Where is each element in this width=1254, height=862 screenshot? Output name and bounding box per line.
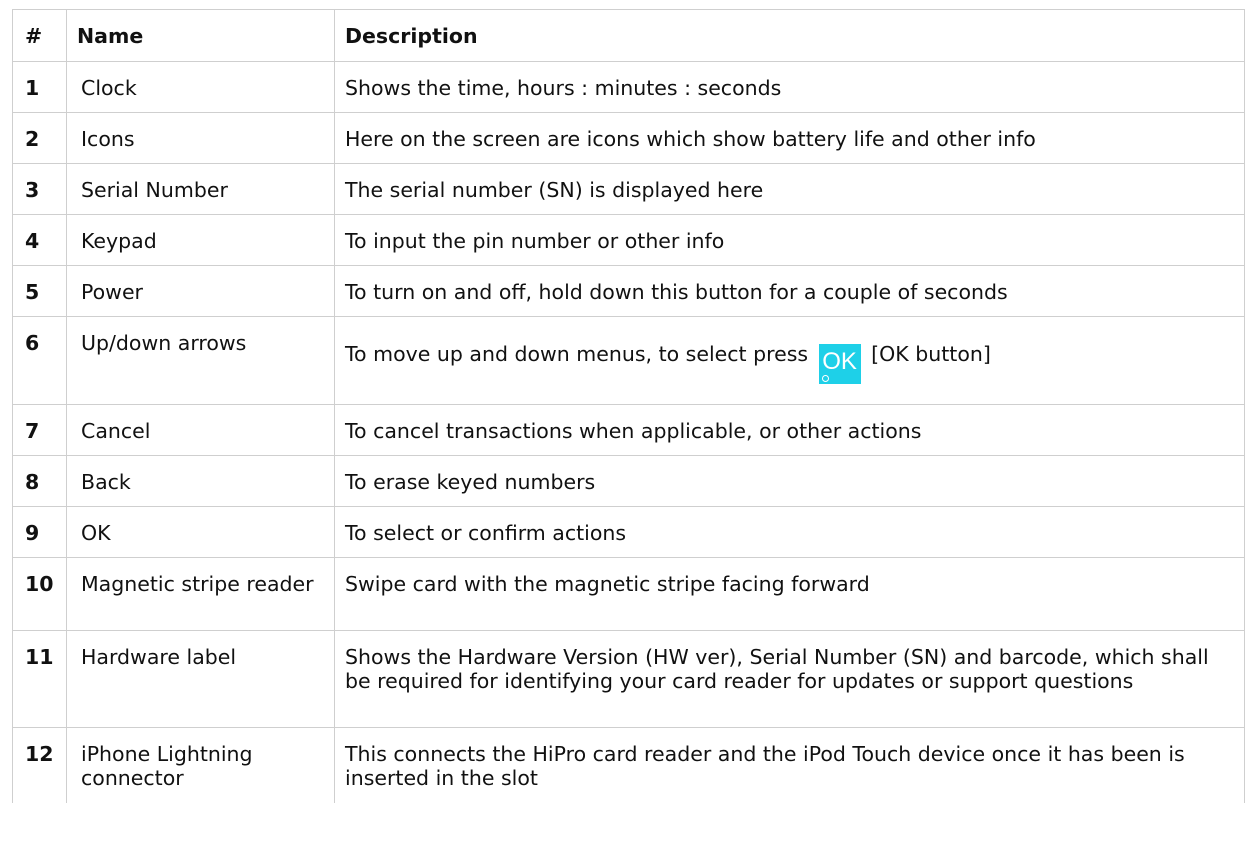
- table-row: 6 Up/down arrows To move up and down men…: [12, 316, 1245, 405]
- header-name: Name: [66, 9, 335, 62]
- row-name: Up/down arrows: [66, 316, 335, 405]
- row-number: 8: [12, 455, 67, 507]
- header-description: Description: [334, 9, 1245, 62]
- row-description: To select or confirm actions: [334, 506, 1245, 558]
- row-description: To move up and down menus, to select pre…: [334, 316, 1245, 405]
- table-row: 1 Clock Shows the time, hours : minutes …: [12, 61, 1245, 113]
- table-row: 3 Serial Number The serial number (SN) i…: [12, 163, 1245, 215]
- row-number: 6: [12, 316, 67, 405]
- row-number: 11: [12, 630, 67, 728]
- ok-icon-label: OK: [822, 348, 857, 375]
- row-number: 1: [12, 61, 67, 113]
- row-name: Keypad: [66, 214, 335, 266]
- row-name: iPhone Lightning connector: [66, 727, 335, 803]
- table-row: 9 OK To select or confirm actions: [12, 506, 1245, 558]
- table-row: 12 iPhone Lightning connector This conne…: [12, 727, 1245, 803]
- row-name: OK: [66, 506, 335, 558]
- header-number: #: [12, 9, 67, 62]
- table-header-row: # Name Description: [12, 9, 1245, 62]
- row-name: Clock: [66, 61, 335, 113]
- row-description: To turn on and off, hold down this butto…: [334, 265, 1245, 317]
- row-number: 5: [12, 265, 67, 317]
- ok-button-icon: OK: [818, 344, 861, 384]
- row-description: To input the pin number or other info: [334, 214, 1245, 266]
- components-table: # Name Description 1 Clock Shows the tim…: [12, 9, 1245, 803]
- table-row: 2 Icons Here on the screen are icons whi…: [12, 112, 1245, 164]
- ok-icon-ring: [821, 375, 829, 382]
- row-number: 2: [12, 112, 67, 164]
- row-description-text: To move up and down menus, to select pre…: [345, 342, 809, 366]
- row-description: To cancel transactions when applicable, …: [334, 404, 1245, 456]
- row-name: Power: [66, 265, 335, 317]
- row-number: 4: [12, 214, 67, 266]
- row-description: This connects the HiPro card reader and …: [334, 727, 1245, 803]
- row-number: 3: [12, 163, 67, 215]
- row-name: Magnetic stripe reader: [66, 557, 335, 631]
- row-number: 10: [12, 557, 67, 631]
- row-description: The serial number (SN) is displayed here: [334, 163, 1245, 215]
- row-name: Cancel: [66, 404, 335, 456]
- table-row: 8 Back To erase keyed numbers: [12, 455, 1245, 507]
- row-description: Swipe card with the magnetic stripe faci…: [334, 557, 1245, 631]
- row-description: To erase keyed numbers: [334, 455, 1245, 507]
- row-name: Serial Number: [66, 163, 335, 215]
- row-description: Shows the Hardware Version (HW ver), Ser…: [334, 630, 1245, 728]
- row-name: Hardware label: [66, 630, 335, 728]
- row-number: 12: [12, 727, 67, 803]
- row-name: Icons: [66, 112, 335, 164]
- table-row: 10 Magnetic stripe reader Swipe card wit…: [12, 557, 1245, 631]
- row-number: 7: [12, 404, 67, 456]
- table-row: 4 Keypad To input the pin number or othe…: [12, 214, 1245, 266]
- row-description-suffix: [OK button]: [871, 342, 991, 366]
- row-name: Back: [66, 455, 335, 507]
- table-row: 7 Cancel To cancel transactions when app…: [12, 404, 1245, 456]
- row-number: 9: [12, 506, 67, 558]
- row-description: Here on the screen are icons which show …: [334, 112, 1245, 164]
- table-row: 5 Power To turn on and off, hold down th…: [12, 265, 1245, 317]
- table-row: 11 Hardware label Shows the Hardware Ver…: [12, 630, 1245, 728]
- row-description: Shows the time, hours : minutes : second…: [334, 61, 1245, 113]
